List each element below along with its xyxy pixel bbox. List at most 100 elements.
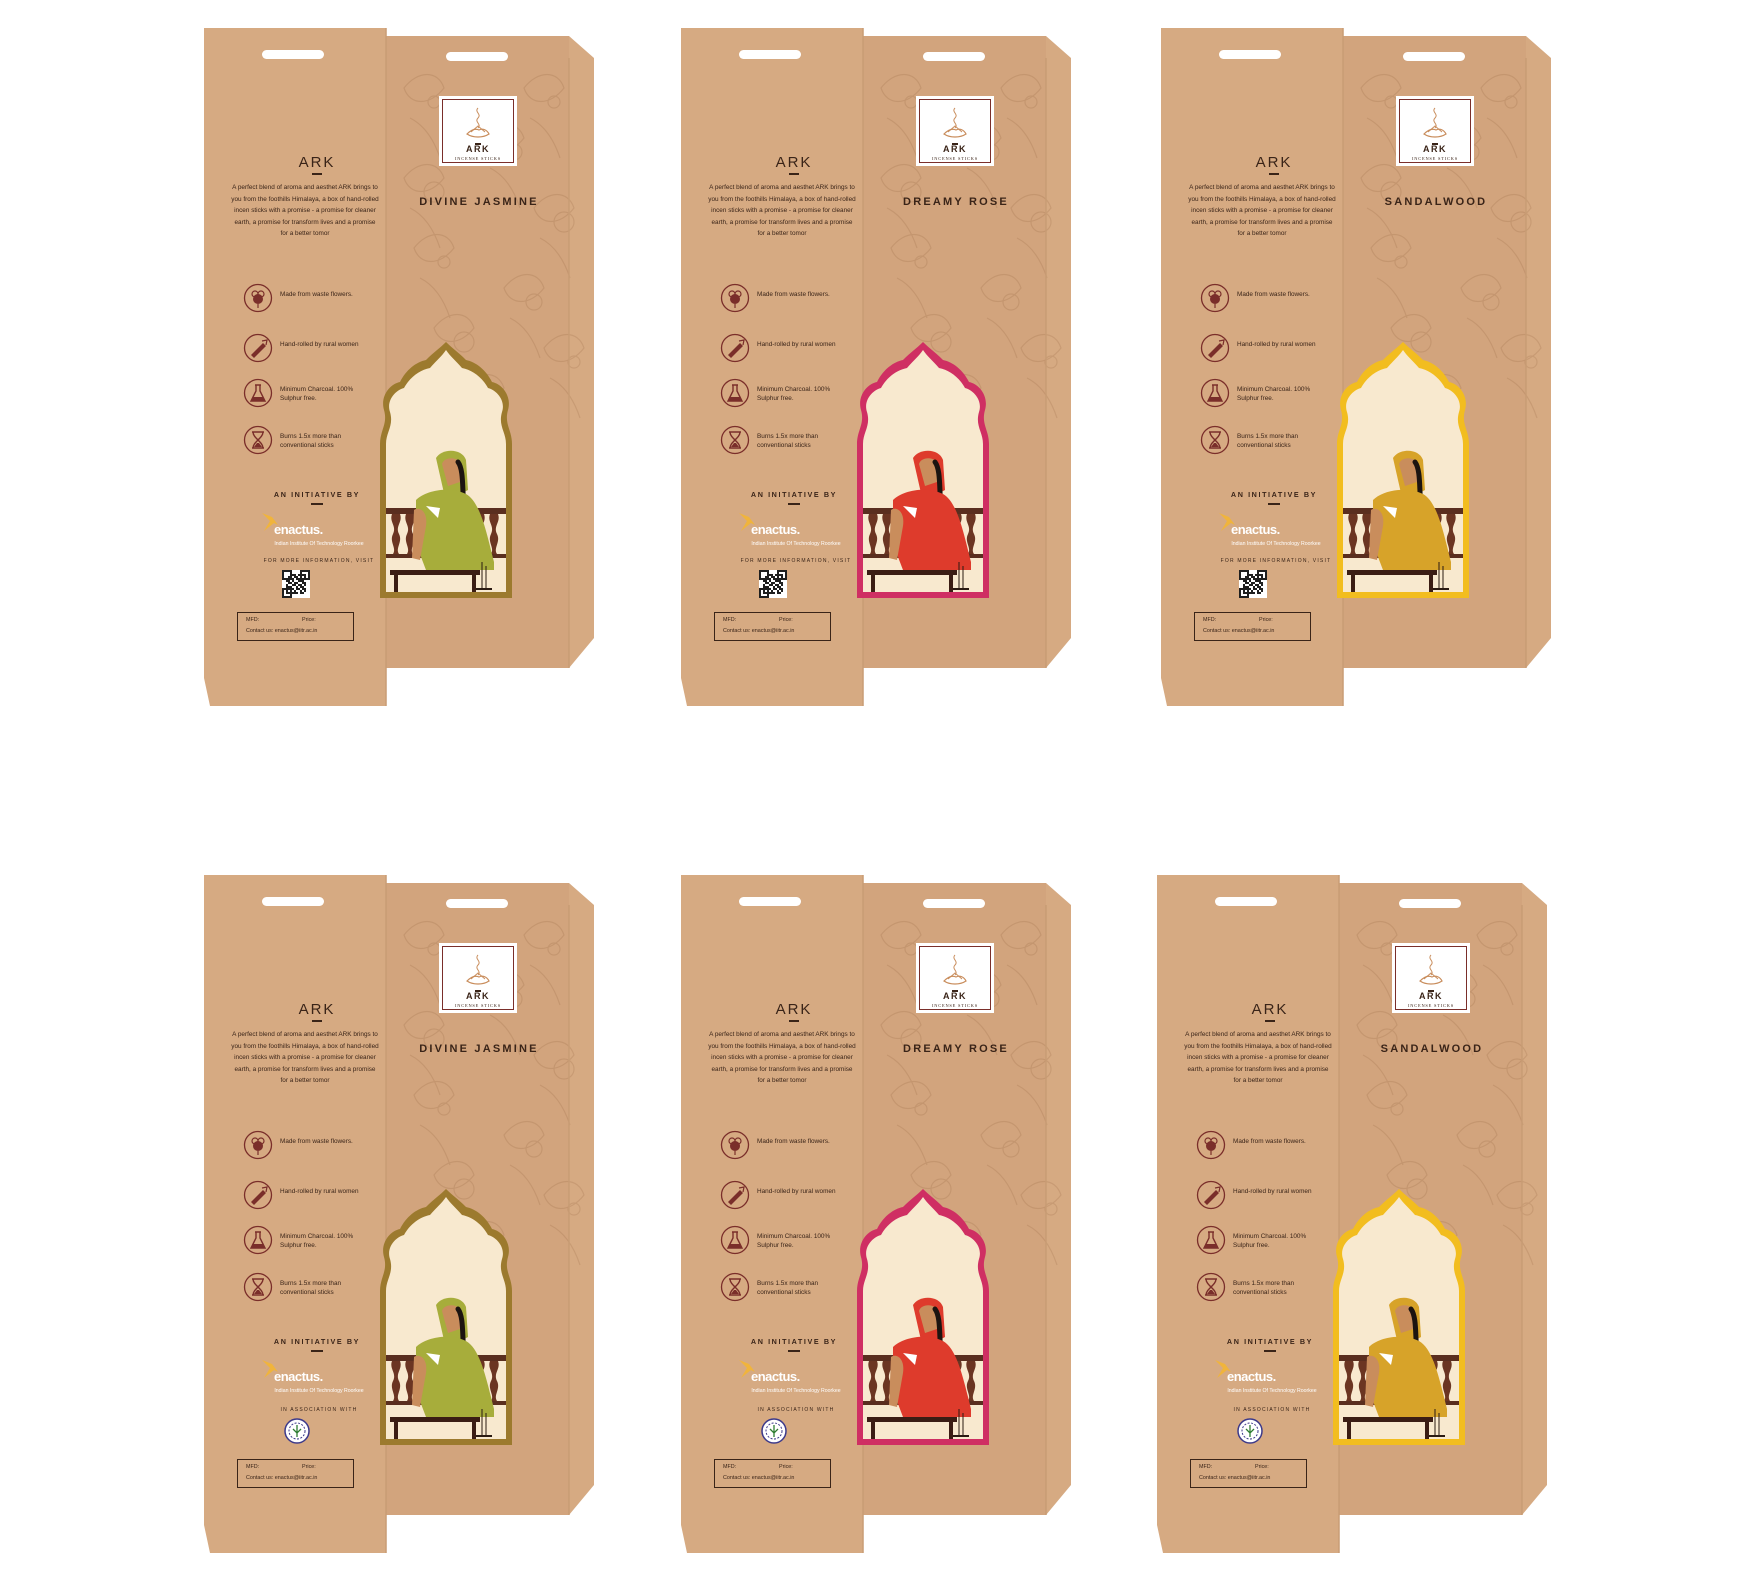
hourglass-icon (243, 1272, 273, 1302)
enactus-wordmark: enactus. (1227, 1369, 1276, 1384)
contact-text: Contact us: enactus@iitr.ac.in (246, 628, 318, 634)
brand-description: A perfect blend of aroma and aesthet ARK… (708, 1031, 856, 1084)
incense-hand-icon (466, 954, 490, 985)
contact-text: Contact us: enactus@iitr.ac.in (723, 628, 795, 634)
enactus-wordmark: enactus. (274, 522, 323, 537)
flower-icon (720, 1130, 750, 1160)
incense-box-5: ARK A perfect blend of aroma and aesthet … (681, 875, 1071, 1555)
card-brand: ARK (466, 991, 490, 1001)
packaging-sheet: { "content": { "brand": "ARK", "descript… (0, 0, 1743, 1576)
enactus-wordmark: enactus. (751, 522, 800, 537)
initiative-divider (311, 503, 323, 505)
mfd-label: MFD: (723, 617, 737, 623)
feature-text-3: Minimum Charcoal. 100% Sulphur free. (757, 1233, 831, 1249)
flower-icon (1200, 283, 1230, 313)
price-label: Price: (779, 617, 793, 623)
hang-slot-right (1403, 52, 1465, 61)
qr-code[interactable] (282, 570, 310, 598)
mfd-label: MFD: (246, 617, 260, 623)
feature-text-2: Hand-rolled by rural women (1233, 1188, 1312, 1195)
flask-icon (720, 378, 750, 408)
brand-description: A perfect blend of aroma and aesthet ARK… (1188, 184, 1336, 237)
arch-illustration (857, 342, 989, 598)
feature-text-2: Hand-rolled by rural women (757, 341, 836, 348)
feature-text-4: Burns 1.5x more than conventional sticks (757, 433, 819, 449)
hourglass-icon (720, 425, 750, 455)
flask-icon (720, 1225, 750, 1255)
card-brand: ARK (943, 991, 967, 1001)
hourglass-icon (720, 1272, 750, 1302)
incense-hand-icon (943, 107, 967, 138)
brand-title: ARK (1255, 154, 1293, 171)
qr-code[interactable] (759, 570, 787, 598)
feature-text-2: Hand-rolled by rural women (1237, 341, 1316, 348)
incense-hand-icon (943, 954, 967, 985)
hang-slot-left (1219, 50, 1281, 59)
card-brand: ARK (943, 144, 967, 154)
brand-divider (789, 173, 799, 175)
hang-slot-right (923, 899, 985, 908)
brand-divider (312, 173, 322, 175)
enactus-wordmark: enactus. (274, 1369, 323, 1384)
association-seal-icon (761, 1418, 787, 1444)
initiative-divider (788, 503, 800, 505)
brand-title: ARK (298, 154, 336, 171)
price-label: Price: (1259, 617, 1273, 623)
fragrance-name: DIVINE JASMINE (419, 196, 539, 208)
initiative-divider (1264, 1350, 1276, 1352)
card-subtitle: INCENSE STICKS (1408, 1003, 1454, 1008)
feature-text-4: Burns 1.5x more than conventional sticks (1237, 433, 1299, 449)
card-brand: ARK (1419, 991, 1443, 1001)
card-brand: ARK (466, 144, 490, 154)
hang-slot-left (262, 897, 324, 906)
qr-code[interactable] (1239, 570, 1267, 598)
feature-text-1: Made from waste flowers. (280, 1138, 353, 1145)
flower-icon (243, 283, 273, 313)
price-label: Price: (1255, 1464, 1269, 1470)
hourglass-icon (243, 425, 273, 455)
mfd-label: MFD: (246, 1464, 260, 1470)
card-subtitle: INCENSE STICKS (932, 1003, 978, 1008)
brand-title: ARK (775, 1001, 813, 1018)
feature-text-2: Hand-rolled by rural women (280, 341, 359, 348)
fragrance-name: DREAMY ROSE (903, 1043, 1009, 1055)
arch-illustration (857, 1189, 989, 1445)
feature-text-1: Made from waste flowers. (757, 291, 830, 298)
feature-text-3: Minimum Charcoal. 100% Sulphur free. (280, 386, 354, 402)
price-label: Price: (779, 1464, 793, 1470)
hand-rolling-icon (720, 333, 750, 363)
arch-illustration (380, 342, 512, 598)
incense-hand-icon (466, 107, 490, 138)
feature-text-3: Minimum Charcoal. 100% Sulphur free. (280, 1233, 354, 1249)
brand-divider (1269, 173, 1279, 175)
flask-icon (1196, 1225, 1226, 1255)
brand-description: A perfect blend of aroma and aesthet ARK… (231, 1031, 379, 1084)
card-brand: ARK (1423, 144, 1447, 154)
association-seal-icon (1237, 1418, 1263, 1444)
initiative-divider (1268, 503, 1280, 505)
brand-divider (1265, 1020, 1275, 1022)
hang-slot-right (446, 52, 508, 61)
incense-hand-icon (1423, 107, 1447, 138)
flower-icon (243, 1130, 273, 1160)
arch-illustration (1333, 1189, 1465, 1445)
price-label: Price: (302, 617, 316, 623)
flask-icon (243, 378, 273, 408)
feature-text-1: Made from waste flowers. (1237, 291, 1310, 298)
brand-divider (789, 1020, 799, 1022)
brand-title: ARK (775, 154, 813, 171)
price-label: Price: (302, 1464, 316, 1470)
hourglass-icon (1196, 1272, 1226, 1302)
feature-text-4: Burns 1.5x more than conventional sticks (1233, 1280, 1295, 1296)
brand-description: A perfect blend of aroma and aesthet ARK… (231, 184, 379, 237)
hang-slot-left (739, 897, 801, 906)
brand-title: ARK (298, 1001, 336, 1018)
hang-slot-right (1399, 899, 1461, 908)
flask-icon (1200, 378, 1230, 408)
feature-text-4: Burns 1.5x more than conventional sticks (280, 1280, 342, 1296)
association-seal-icon (284, 1418, 310, 1444)
hand-rolling-icon (720, 1180, 750, 1210)
flask-icon (243, 1225, 273, 1255)
feature-text-1: Made from waste flowers. (757, 1138, 830, 1145)
contact-text: Contact us: enactus@iitr.ac.in (246, 1475, 318, 1481)
